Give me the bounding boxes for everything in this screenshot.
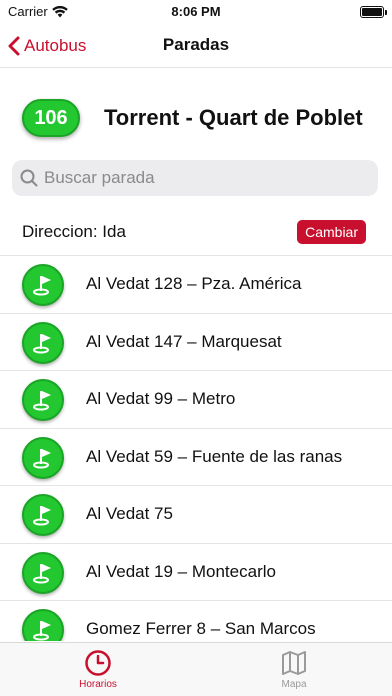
stop-row[interactable]: Al Vedat 99 – Metro <box>0 371 392 429</box>
stop-name: Al Vedat 19 – Montecarlo <box>86 561 276 581</box>
stop-name: Al Vedat 147 – Marquesat <box>86 331 282 351</box>
stop-name: Al Vedat 128 – Pza. América <box>86 274 302 294</box>
stop-name: Gomez Ferrer 8 – San Marcos <box>86 619 316 639</box>
tab-mapa[interactable]: Mapa <box>196 643 392 696</box>
page-title: Paradas <box>162 35 230 54</box>
search-input[interactable] <box>44 168 364 188</box>
search-icon <box>20 169 38 187</box>
golf-flag-icon <box>22 379 64 421</box>
direction-row: Direccion: Ida Cambiar <box>22 215 366 249</box>
route-header: 106 Torrent - Quart de Poblet <box>22 96 382 140</box>
map-icon <box>282 651 306 675</box>
battery-icon <box>360 6 387 18</box>
stop-name: Al Vedat 59 – Fuente de las ranas <box>86 446 343 466</box>
status-bar: Carrier 8:06 PM <box>0 0 392 24</box>
stop-row[interactable]: Gomez Ferrer 8 – San Marcos <box>0 601 392 641</box>
stop-name: Al Vedat 75 <box>86 504 173 524</box>
golf-flag-icon <box>22 436 64 479</box>
stop-row[interactable]: Al Vedat 59 – Fuente de las ranas <box>0 429 392 486</box>
golf-flag-icon <box>22 264 64 306</box>
stop-row[interactable]: Al Vedat 128 – Pza. América <box>0 256 392 314</box>
clock-icon <box>85 650 111 676</box>
change-direction-button[interactable]: Cambiar <box>297 220 366 244</box>
stop-name: Al Vedat 99 – Metro <box>86 389 236 409</box>
stop-row[interactable]: Al Vedat 75 <box>0 486 392 544</box>
route-number-badge: 106 <box>22 99 80 137</box>
golf-flag-icon <box>22 551 64 594</box>
stop-row[interactable]: Al Vedat 19 – Montecarlo <box>0 544 392 601</box>
status-time: 8:06 PM <box>171 4 221 19</box>
golf-flag-icon <box>22 609 64 641</box>
golf-flag-icon <box>22 321 64 364</box>
stop-list[interactable]: Al Vedat 128 – Pza. América Al Vedat 147… <box>0 255 392 641</box>
tab-label: Horarios <box>79 679 117 690</box>
navigation-bar: Autobus Paradas <box>0 24 392 68</box>
stop-row[interactable]: Al Vedat 147 – Marquesat <box>0 314 392 371</box>
tab-horarios[interactable]: Horarios <box>0 643 196 696</box>
route-name: Torrent - Quart de Poblet <box>104 105 363 130</box>
direction-label: Direccion: Ida <box>22 222 126 241</box>
golf-flag-icon <box>22 494 64 536</box>
tab-bar: Horarios Mapa <box>0 642 392 696</box>
tab-label: Mapa <box>281 679 307 690</box>
search-bar[interactable] <box>12 160 378 196</box>
